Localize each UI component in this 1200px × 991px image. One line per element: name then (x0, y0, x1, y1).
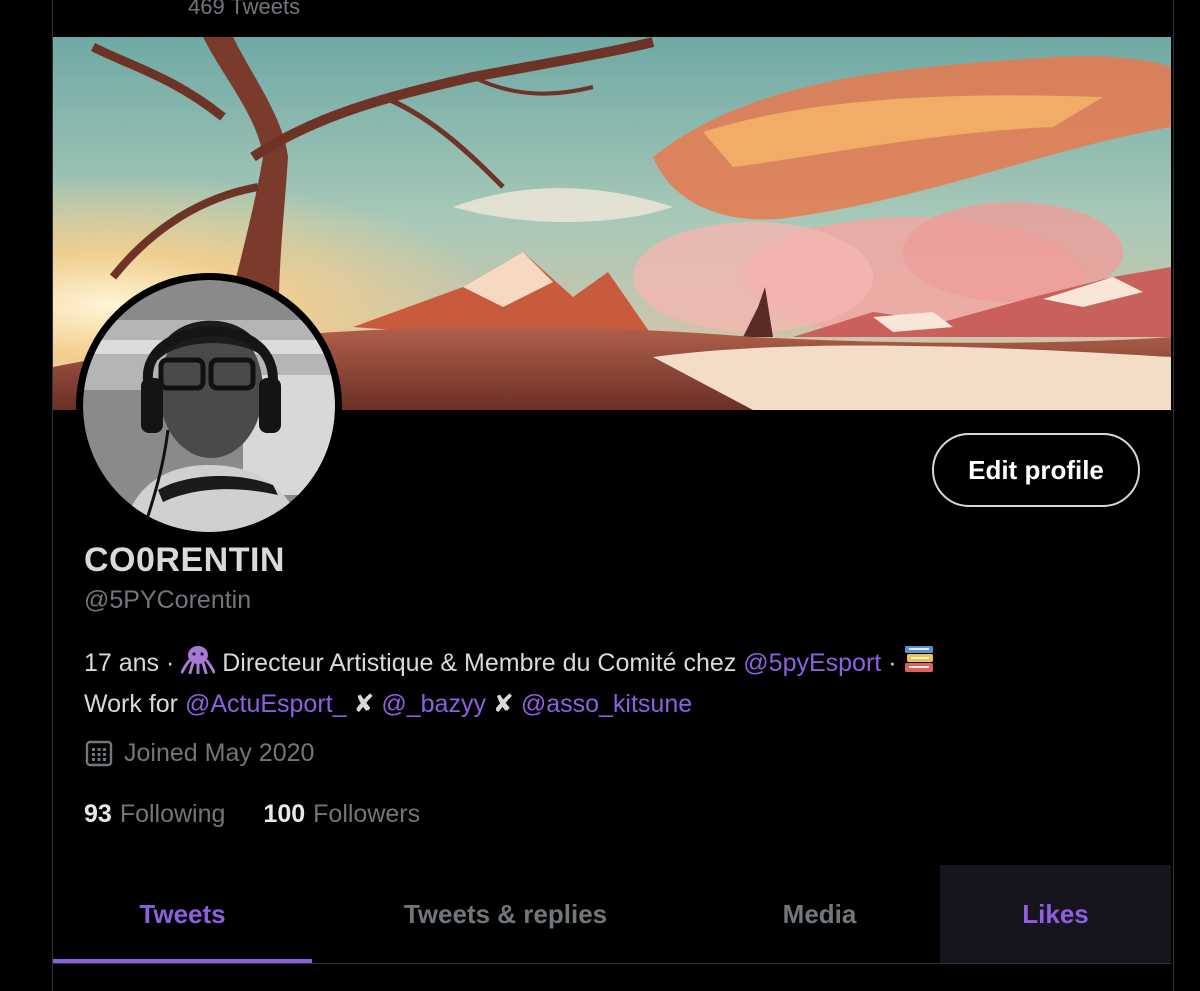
joined-label: Joined May 2020 (124, 738, 315, 767)
tab-tweets-and-replies[interactable]: Tweets & replies (312, 865, 699, 963)
books-icon (903, 644, 935, 685)
tab-tweets-label: Tweets (139, 898, 226, 929)
bio-mention-5pyesport[interactable]: @5pyEsport (743, 649, 881, 677)
tab-media-label: Media (782, 898, 857, 929)
tab-likes-label: Likes (1022, 898, 1089, 929)
tab-tweets-and-replies-label: Tweets & replies (403, 898, 608, 929)
calendar-icon (85, 740, 113, 767)
bio-line-1: 17 ans · Directeur Artistique & Membre d… (84, 644, 1144, 685)
tweet-count: 469 Tweets (188, 0, 301, 19)
followers-count: 100 (263, 800, 306, 828)
bio-separator: · (166, 649, 175, 678)
tab-media[interactable]: Media (699, 865, 940, 963)
profile-bio: 17 ans · Directeur Artistique & Membre d… (84, 644, 1144, 723)
follow-stats: 93 Following 100 Followers (84, 800, 458, 829)
tab-likes[interactable]: Likes (940, 865, 1171, 963)
bio-separator: · (888, 649, 897, 678)
following-count: 93 (84, 800, 112, 828)
bio-mention-bazyy[interactable]: @_bazyy (381, 690, 486, 718)
followers-label: Followers (313, 800, 421, 828)
bio-age: 17 ans (84, 649, 160, 678)
display-name: CO0RENTIN (84, 541, 285, 579)
profile-avatar[interactable] (76, 273, 342, 539)
active-tab-indicator (53, 959, 312, 963)
profile-tabs: Tweets Tweets & replies Media Likes (53, 865, 1171, 964)
following-link[interactable]: 93 Following (84, 800, 225, 829)
octopus-icon (180, 644, 216, 685)
profile-handle: @5PYCorentin (84, 586, 252, 614)
bio-line-2: Work for @ActuEsport_ ✘ @_bazyy ✘ @asso_… (84, 685, 1144, 723)
bio-mention-actuesport[interactable]: @ActuEsport_ (185, 690, 347, 718)
bio-role: Directeur Artistique & Membre du Comité … (222, 649, 737, 678)
joined-date: Joined May 2020 (84, 738, 314, 768)
following-label: Following (119, 800, 226, 828)
bio-cross: ✘ (353, 690, 375, 718)
edit-profile-button[interactable]: Edit profile (932, 433, 1140, 507)
bio-work-prefix: Work for (84, 690, 178, 718)
tab-tweets[interactable]: Tweets (53, 865, 312, 963)
bio-cross: ✘ (492, 690, 514, 718)
followers-link[interactable]: 100 Followers (263, 800, 420, 829)
bio-mention-asso-kitsune[interactable]: @asso_kitsune (521, 690, 692, 718)
